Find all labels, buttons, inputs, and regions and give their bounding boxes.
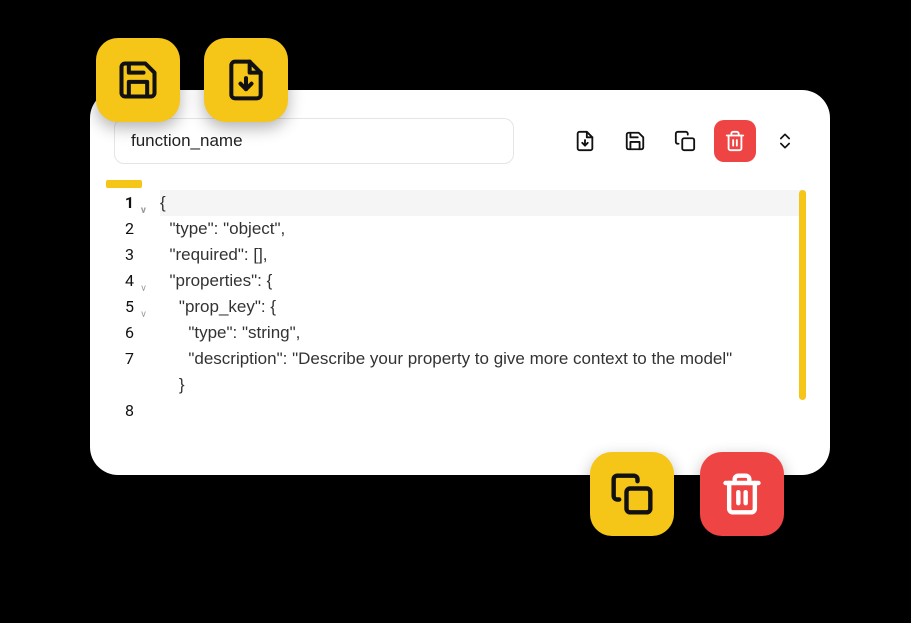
chevrons-vertical-icon	[775, 131, 795, 151]
code-line: "type": "object",	[160, 216, 806, 242]
line-number: 7	[106, 346, 134, 398]
save-icon	[116, 58, 160, 102]
copy-button[interactable]	[664, 120, 706, 162]
gutter-highlight	[106, 180, 142, 188]
file-download-icon	[224, 58, 268, 102]
delete-button[interactable]	[714, 120, 756, 162]
code-line: "properties": {	[160, 268, 806, 294]
code-editor[interactable]: 1 2 3 4 5 6 7 8 { "type": "object", "req…	[90, 190, 830, 424]
save-button[interactable]	[614, 120, 656, 162]
scrollbar[interactable]	[799, 190, 806, 400]
copy-icon	[674, 130, 696, 152]
trash-icon	[724, 130, 746, 152]
float-save-button[interactable]	[96, 38, 180, 122]
trash-icon	[720, 472, 764, 516]
topbar	[90, 118, 830, 164]
code-line: "type": "string",	[160, 320, 806, 346]
code-line: }	[160, 372, 806, 398]
code-content[interactable]: { "type": "object", "required": [], "pro…	[142, 190, 806, 424]
code-line: "prop_key": {	[160, 294, 806, 320]
editor-card: 1 2 3 4 5 6 7 8 { "type": "object", "req…	[90, 90, 830, 475]
code-line: {	[160, 190, 806, 216]
function-name-input[interactable]	[114, 118, 514, 164]
line-number: 4	[106, 268, 134, 294]
code-line: "description": "Describe your property t…	[160, 346, 806, 372]
float-copy-button[interactable]	[590, 452, 674, 536]
float-delete-button[interactable]	[700, 452, 784, 536]
line-number: 2	[106, 216, 134, 242]
line-number: 1	[106, 190, 134, 216]
gutter: 1 2 3 4 5 6 7 8	[106, 190, 142, 424]
expand-collapse-button[interactable]	[764, 120, 806, 162]
code-line: "required": [],	[160, 242, 806, 268]
file-download-icon	[574, 130, 596, 152]
line-number: 3	[106, 242, 134, 268]
copy-icon	[610, 472, 654, 516]
float-download-button[interactable]	[204, 38, 288, 122]
line-number: 6	[106, 320, 134, 346]
line-number: 5	[106, 294, 134, 320]
download-button[interactable]	[564, 120, 606, 162]
line-number: 8	[106, 398, 134, 424]
save-icon	[624, 130, 646, 152]
